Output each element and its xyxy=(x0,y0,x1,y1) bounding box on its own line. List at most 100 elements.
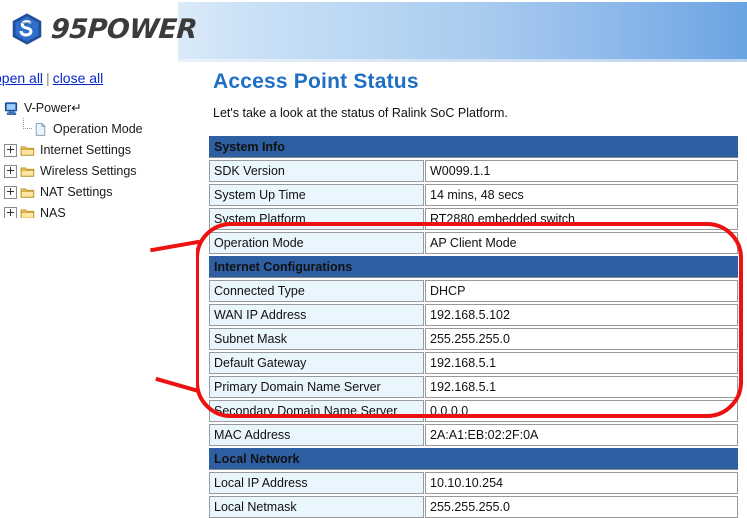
navigation-tree: V-Power↵ Operation Mode Internet Settings… xyxy=(4,98,190,350)
folder-icon xyxy=(20,188,35,198)
table-section-header-row: Local Network xyxy=(209,448,738,470)
table-row: MAC Address 2A:A1:EB:02:2F:0A xyxy=(209,424,738,446)
status-table: System Info SDK Version W0099.1.1 System Up… xyxy=(208,134,739,518)
sidebar-item-nas[interactable]: NAS xyxy=(4,203,190,224)
row-key: System Up Time xyxy=(209,184,424,206)
brand-logo[interactable]: 95POWER xyxy=(10,12,198,46)
folder-icon xyxy=(20,167,35,177)
sidebar: open all|close all V-Power↵ Operation Mo… xyxy=(0,64,196,518)
table-row: WAN IP Address 192.168.5.102 xyxy=(209,304,738,326)
table-row: Local IP Address 10.10.10.254 xyxy=(209,472,738,494)
row-key: Operation Mode xyxy=(209,232,424,254)
sidebar-item-nat-settings[interactable]: NAT Settings xyxy=(4,182,190,203)
collapse-icon[interactable] xyxy=(4,228,17,241)
sidebar-item-label: Statistics xyxy=(68,332,119,347)
table-row: Default Gateway 192.168.5.1 xyxy=(209,352,738,374)
sidebar-item-label: Management xyxy=(68,248,141,263)
table-row: Primary Domain Name Server 192.168.5.1 xyxy=(209,376,738,398)
tree-connector xyxy=(34,327,48,352)
row-value: 10.10.10.254 xyxy=(425,472,738,494)
table-row: Connected Type DHCP xyxy=(209,280,738,302)
row-key: Default Gateway xyxy=(209,352,424,374)
table-row: SDK Version W0099.1.1 xyxy=(209,160,738,182)
sidebar-item-label: NAS xyxy=(40,206,66,221)
row-key: System Platform xyxy=(209,208,424,230)
section-heading: System Info xyxy=(209,136,738,158)
sidebar-item-administration[interactable]: Administration xyxy=(4,224,190,245)
sidebar-item-operation-mode[interactable]: Operation Mode xyxy=(19,117,190,142)
sidebar-item-label: Settings Management xyxy=(68,290,190,305)
row-value: 14 mins, 48 secs xyxy=(425,184,738,206)
page-icon xyxy=(50,290,61,304)
row-key: Subnet Mask xyxy=(209,328,424,350)
table-row: Subnet Mask 255.255.255.0 xyxy=(209,328,738,350)
expand-icon[interactable] xyxy=(4,207,17,220)
sidebar-item-wireless-settings[interactable]: Wireless Settings xyxy=(4,161,190,182)
open-all-link[interactable]: open all xyxy=(0,70,43,86)
table-row: System Platform RT2880 embedded switch xyxy=(209,208,738,230)
row-value: 2A:A1:EB:02:2F:0A xyxy=(425,424,738,446)
row-key: WAN IP Address xyxy=(209,304,424,326)
sidebar-item-management[interactable]: Management xyxy=(34,243,190,266)
page-subtitle: Let's take a look at the status of Ralin… xyxy=(213,106,508,120)
page-root: 95POWER open all|close all V-Power↵ Oper… xyxy=(0,0,747,518)
row-value: DHCP xyxy=(425,280,738,302)
expand-icon[interactable] xyxy=(4,165,17,178)
folder-icon xyxy=(20,146,35,156)
table-row: System Up Time 14 mins, 48 secs xyxy=(209,184,738,206)
sidebar-item-settings-management[interactable]: Settings Management xyxy=(34,285,190,308)
row-value: 255.255.255.0 xyxy=(425,496,738,518)
section-heading: Internet Configurations xyxy=(209,256,738,278)
links-separator: | xyxy=(46,70,50,86)
row-key: MAC Address xyxy=(209,424,424,446)
section-heading: Local Network xyxy=(209,448,738,470)
page-icon xyxy=(50,269,61,283)
computer-icon xyxy=(4,102,18,115)
hexagon-s-logo-icon xyxy=(12,13,42,45)
row-value: 192.168.5.102 xyxy=(425,304,738,326)
tree-children: Operation Mode Internet Settings Wireless … xyxy=(4,117,190,352)
table-row: Secondary Domain Name Server 0.0.0.0 xyxy=(209,400,738,422)
sidebar-item-label: Status xyxy=(68,311,108,326)
page-icon xyxy=(50,248,61,262)
sidebar-item-upload-firmware[interactable]: Upload Firmware xyxy=(34,264,190,287)
row-value: 0.0.0.0 xyxy=(425,400,738,422)
expand-icon[interactable] xyxy=(4,144,17,157)
status-table-body: System Info SDK Version W0099.1.1 System Up… xyxy=(209,136,738,518)
tree-connector xyxy=(19,117,33,142)
table-row: Local Netmask 255.255.255.0 xyxy=(209,496,738,518)
row-key: SDK Version xyxy=(209,160,424,182)
row-key: Primary Domain Name Server xyxy=(209,376,424,398)
sidebar-item-label: Operation Mode xyxy=(53,122,143,137)
tree-root-label: V-Power↵ xyxy=(24,101,82,116)
folder-icon xyxy=(20,209,35,219)
folder-open-icon xyxy=(20,230,35,240)
row-value: 192.168.5.1 xyxy=(425,352,738,374)
sidebar-item-internet-settings[interactable]: Internet Settings xyxy=(4,140,190,161)
status-highlight-ring xyxy=(28,354,102,375)
row-value: 192.168.5.1 xyxy=(425,376,738,398)
table-section-header-row: System Info xyxy=(209,136,738,158)
expand-icon[interactable] xyxy=(4,186,17,199)
sidebar-item-label: Upload Firmware xyxy=(68,269,164,284)
row-value: W0099.1.1 xyxy=(425,160,738,182)
page-icon xyxy=(50,332,61,346)
tree-toggle-links: open all|close all xyxy=(0,70,103,86)
sidebar-item-label: Administration xyxy=(40,227,120,242)
page-title: Access Point Status xyxy=(213,70,419,93)
sidebar-item-label: Internet Settings xyxy=(40,143,132,158)
sidebar-item-status[interactable]: Status xyxy=(34,306,190,329)
table-section-header-row: Internet Configurations xyxy=(209,256,738,278)
row-value: 255.255.255.0 xyxy=(425,328,738,350)
row-key: Connected Type xyxy=(209,280,424,302)
header-banner xyxy=(178,2,747,59)
page-icon xyxy=(50,311,61,325)
sidebar-item-statistics[interactable]: Statistics xyxy=(34,327,190,352)
row-value: AP Client Mode xyxy=(425,232,738,254)
close-all-link[interactable]: close all xyxy=(53,70,104,86)
row-key: Local IP Address xyxy=(209,472,424,494)
tree-root-node[interactable]: V-Power↵ xyxy=(4,98,190,119)
brand-logo-text: 95POWER xyxy=(49,13,198,45)
header-banner-shadow xyxy=(178,59,747,62)
table-row: Operation Mode AP Client Mode xyxy=(209,232,738,254)
